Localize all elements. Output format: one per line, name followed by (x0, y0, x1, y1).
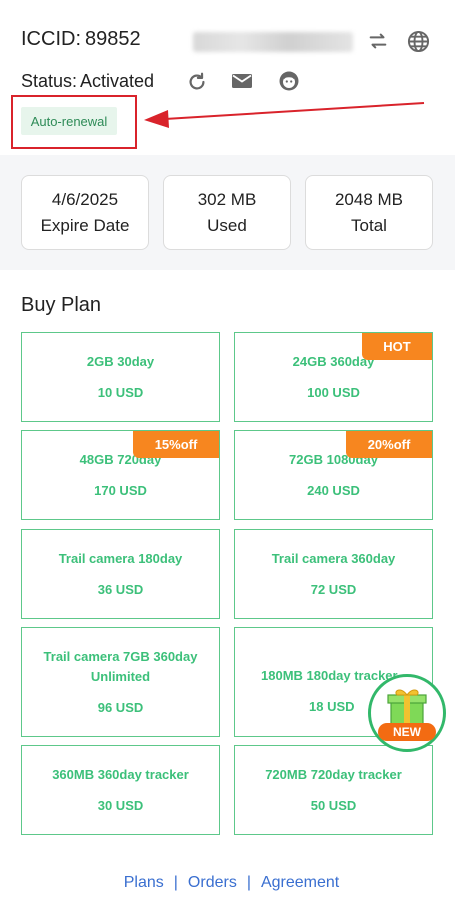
plan-name: Trail camera 7GB 360day Unlimited (43, 649, 198, 684)
stat-value: 4/6/2025 (51, 189, 119, 209)
plan-name: Trail camera 360day (271, 551, 396, 566)
footer-links: Plans | Orders | Agreement (0, 874, 463, 892)
plan-card-trail-camera-180day[interactable]: Trail camera 180day 36 USD (21, 529, 220, 619)
plan-price: 10 USD (97, 385, 144, 400)
stat-used: 302 MB Used (163, 175, 291, 250)
plan-price: 170 USD (94, 483, 147, 498)
status-row: Status: Activated (21, 68, 321, 96)
new-badge: NEW (378, 723, 436, 741)
plan-card-trail-camera-7gb-360day[interactable]: Trail camera 7GB 360day Unlimited 96 USD (21, 627, 220, 737)
stat-label: Used (207, 215, 247, 235)
plan-name: 360MB 360day tracker (52, 767, 189, 782)
plan-card-360mb-360day-tracker[interactable]: 360MB 360day tracker 30 USD (21, 745, 220, 835)
status-label: Status: (21, 71, 78, 91)
globe-icon[interactable] (405, 28, 431, 54)
auto-renewal-badge: Auto-renewal (21, 107, 117, 135)
plan-price: 240 USD (307, 483, 360, 498)
plan-name: 720MB 720day tracker (265, 767, 402, 782)
orders-link[interactable]: Orders (188, 874, 237, 891)
plan-price: 100 USD (307, 385, 360, 400)
plans-link[interactable]: Plans (124, 874, 164, 891)
iccid-text: ICCID: 89852 (21, 28, 141, 51)
buy-plan-title: Buy Plan (21, 294, 102, 316)
plan-name: 2GB 30day (86, 354, 155, 369)
gift-button[interactable]: NEW (368, 674, 446, 752)
plan-card-24gb-360day[interactable]: HOT 24GB 360day 100 USD (234, 332, 433, 422)
iccid-row: ICCID: 89852 (21, 28, 441, 58)
discount-tag: 20%off (346, 431, 432, 458)
plan-card-2gb-30day[interactable]: 2GB 30day 10 USD (21, 332, 220, 422)
hot-tag: HOT (362, 333, 432, 360)
plan-card-48gb-720day[interactable]: 15%off 48GB 720day 170 USD (21, 430, 220, 520)
plan-name: Trail camera 180day (58, 551, 183, 566)
plan-price: 18 USD (309, 699, 355, 714)
plan-price: 36 USD (97, 582, 144, 597)
plan-card-720mb-720day-tracker[interactable]: 720MB 720day tracker 50 USD (234, 745, 433, 835)
plan-card-trail-camera-360day[interactable]: Trail camera 360day 72 USD (234, 529, 433, 619)
stat-total: 2048 MB Total (305, 175, 433, 250)
status-value: Activated (80, 71, 155, 91)
plan-name: 180MB 180day tracker (261, 668, 398, 683)
stat-value: 302 MB (197, 189, 257, 209)
plan-card-72gb-1080day[interactable]: 20%off 72GB 1080day 240 USD (234, 430, 433, 520)
plan-price: 72 USD (310, 582, 357, 597)
stat-label: Expire Date (40, 215, 130, 235)
plan-price: 50 USD (310, 798, 357, 813)
separator: | (246, 874, 251, 891)
separator: | (173, 874, 178, 891)
mail-icon[interactable] (229, 68, 255, 94)
plan-price: 96 USD (97, 700, 144, 715)
plan-price: 30 USD (97, 798, 144, 813)
support-icon[interactable] (276, 68, 302, 94)
stat-value: 2048 MB (334, 189, 404, 209)
stat-expire-date: 4/6/2025 Expire Date (21, 175, 149, 250)
iccid-label: ICCID: (21, 28, 81, 50)
agreement-link[interactable]: Agreement (261, 874, 339, 891)
swap-icon[interactable] (365, 28, 391, 54)
status-text: Status: Activated (21, 71, 154, 92)
iccid-value: 89852 (85, 28, 141, 50)
stats-panel: 4/6/2025 Expire Date 302 MB Used 2048 MB… (0, 155, 455, 270)
stat-label: Total (351, 215, 387, 235)
refresh-icon[interactable] (184, 69, 210, 95)
annotation-arrow (144, 102, 425, 128)
iccid-redacted (193, 32, 353, 52)
discount-tag: 15%off (133, 431, 219, 458)
